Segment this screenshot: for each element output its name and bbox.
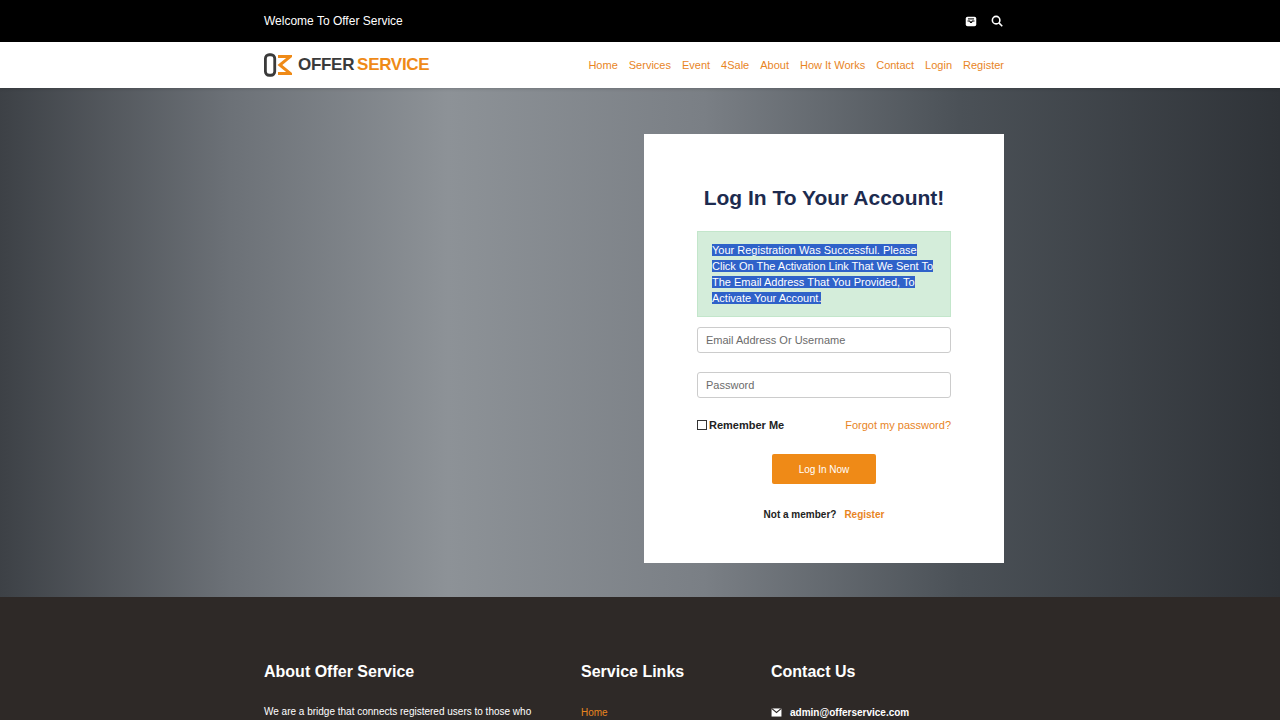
envelope-icon xyxy=(771,708,782,717)
nav-link[interactable]: How It Works xyxy=(800,59,865,71)
nav-link[interactable]: Login xyxy=(925,59,952,71)
nav-link[interactable]: 4Sale xyxy=(721,59,749,71)
nav-link[interactable]: About xyxy=(760,59,789,71)
top-icons xyxy=(964,14,1004,28)
inbox-icon[interactable] xyxy=(964,14,978,28)
footer: About Offer Service We are a bridge that … xyxy=(0,597,1280,720)
remember-checkbox[interactable]: Remember Me xyxy=(697,419,784,431)
footer-heading: Contact Us xyxy=(771,663,909,681)
login-card: Log In To Your Account! Your Registration… xyxy=(644,134,1004,563)
contact-email[interactable]: admin@offerservice.com xyxy=(771,707,909,718)
welcome-text: Welcome To Offer Service xyxy=(264,14,403,28)
about-text: We are a bridge that connects registered… xyxy=(264,706,581,717)
page: Welcome To Offer Service OFFERSERVICE Home… xyxy=(0,0,1280,720)
top-bar: Welcome To Offer Service xyxy=(0,0,1280,42)
nav-link[interactable]: Home xyxy=(588,59,617,71)
options-row: Remember Me Forgot my password? xyxy=(697,419,951,431)
success-alert: Your Registration Was Successful. Please… xyxy=(697,231,951,317)
contact-column: Contact Us admin@offerservice.com xyxy=(771,663,909,718)
nav-menu: Home Services Event 4Sale About How It Works C… xyxy=(588,59,1004,71)
prompt-text: Not a member? xyxy=(764,509,837,520)
logo-text: OFFER xyxy=(298,55,354,75)
logo-mark-icon xyxy=(264,52,292,78)
register-prompt: Not a member? Register xyxy=(764,509,885,520)
about-column: About Offer Service We are a bridge that … xyxy=(264,663,581,718)
footer-heading: Service Links xyxy=(581,663,771,681)
logo[interactable]: OFFERSERVICE xyxy=(264,52,429,78)
login-button[interactable]: Log In Now xyxy=(772,454,876,484)
login-title: Log In To Your Account! xyxy=(704,186,945,210)
footer-heading: About Offer Service xyxy=(264,663,581,681)
alert-text[interactable]: Your Registration Was Successful. Please… xyxy=(712,244,933,304)
forgot-link[interactable]: Forgot my password? xyxy=(845,419,951,431)
logo-text-accent: SERVICE xyxy=(357,55,429,75)
nav-link[interactable]: Event xyxy=(682,59,710,71)
email-text: admin@offerservice.com xyxy=(790,707,909,718)
checkbox-box[interactable] xyxy=(697,420,707,430)
nav-bar: OFFERSERVICEHomeServicesEvent4SaleAboutH… xyxy=(0,42,1280,88)
nav-link[interactable]: Services xyxy=(629,59,671,71)
links-column: Service Links Home xyxy=(581,663,771,718)
hero-photo: Log In To Your Account! Your Registration… xyxy=(0,88,1280,597)
nav-link[interactable]: Contact xyxy=(876,59,914,71)
register-link[interactable]: Register xyxy=(844,509,884,520)
text-field[interactable] xyxy=(697,372,951,398)
remember-label: Remember Me xyxy=(709,419,784,431)
nav-link[interactable]: Register xyxy=(963,59,1004,71)
text-field[interactable] xyxy=(697,327,951,353)
footer-link[interactable]: Home xyxy=(581,707,771,718)
search-icon[interactable] xyxy=(990,14,1004,28)
